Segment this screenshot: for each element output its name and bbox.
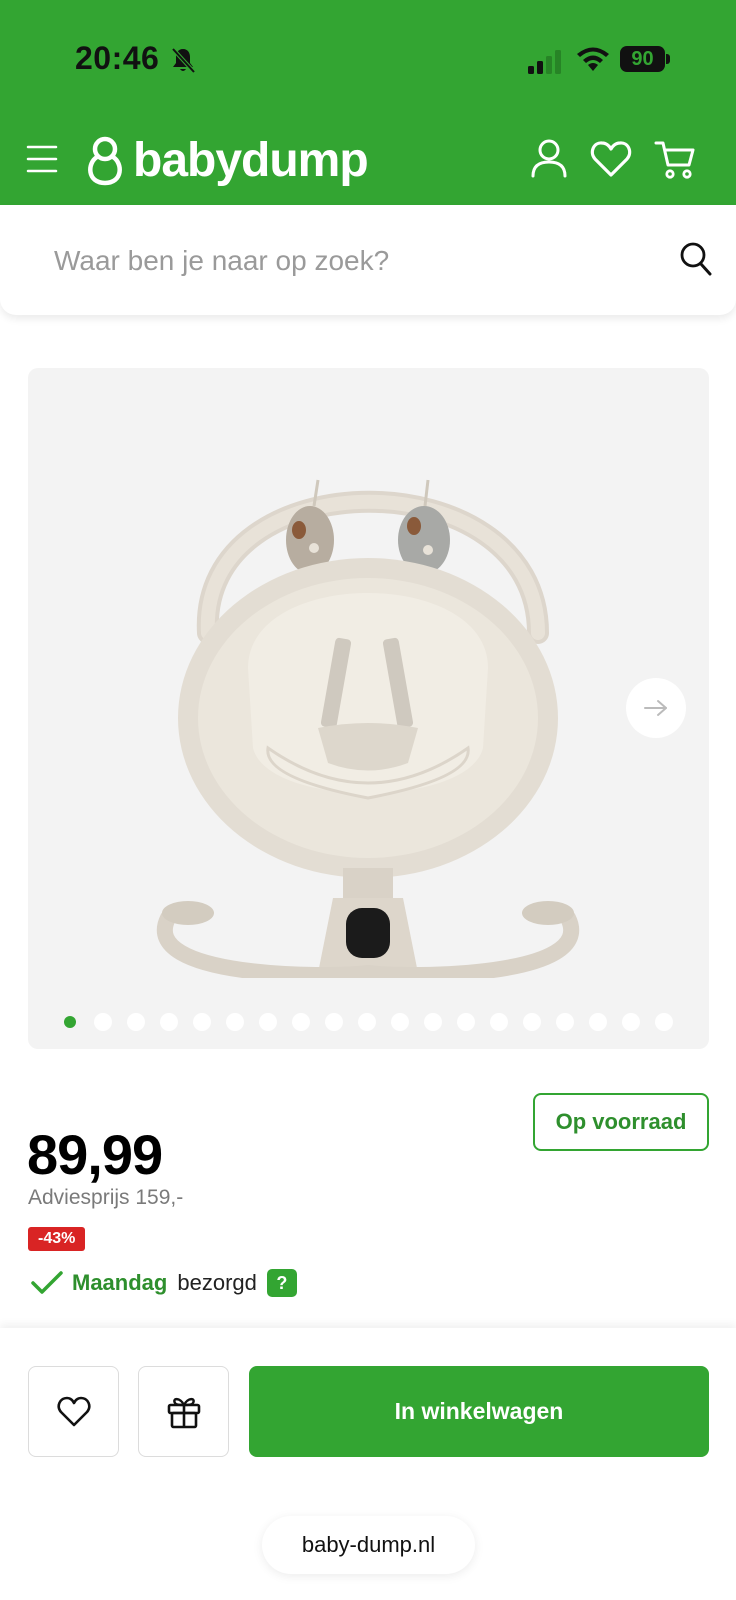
add-to-cart-button[interactable]: In winkelwagen — [249, 1366, 709, 1457]
product-gallery[interactable] — [28, 368, 709, 1049]
gallery-dot[interactable] — [556, 1013, 574, 1031]
bell-slash-icon — [171, 47, 196, 74]
gift-icon — [167, 1397, 200, 1428]
gallery-dot[interactable] — [457, 1013, 475, 1031]
cart-icon[interactable] — [654, 138, 696, 180]
gallery-dots — [61, 1013, 688, 1031]
gallery-dot[interactable] — [193, 1013, 211, 1031]
delivery-info: Maandag bezorgd ? — [30, 1268, 297, 1298]
stock-badge: Op voorraad — [533, 1093, 709, 1151]
product-price: 89,99 — [27, 1123, 163, 1186]
discount-badge: -43% — [28, 1227, 86, 1251]
gallery-dot[interactable] — [259, 1013, 277, 1031]
gallery-dot[interactable] — [523, 1013, 541, 1031]
wishlist-button[interactable] — [28, 1366, 119, 1457]
wifi-icon — [577, 47, 609, 71]
advice-price: Adviesprijs 159,- — [28, 1186, 184, 1209]
user-icon[interactable] — [530, 138, 568, 178]
next-image-button[interactable] — [626, 678, 686, 738]
gallery-dot[interactable] — [160, 1013, 178, 1031]
search-input[interactable] — [54, 241, 654, 281]
gallery-dot[interactable] — [226, 1013, 244, 1031]
battery-level: 90 — [620, 46, 665, 72]
arrow-right-icon — [644, 700, 667, 716]
signal-icon — [528, 50, 561, 74]
menu-icon[interactable] — [26, 142, 58, 176]
gallery-dot[interactable] — [391, 1013, 409, 1031]
gallery-dot[interactable] — [490, 1013, 508, 1031]
gallery-dot[interactable] — [589, 1013, 607, 1031]
delivery-day: Maandag — [72, 1270, 168, 1295]
heart-icon[interactable] — [590, 140, 632, 178]
gift-button[interactable] — [138, 1366, 229, 1457]
gallery-dot[interactable] — [64, 1016, 76, 1028]
logo-icon — [88, 136, 122, 186]
product-image[interactable] — [128, 418, 608, 978]
gallery-dot[interactable] — [325, 1013, 343, 1031]
action-bar: In winkelwagen baby-dump.nl — [0, 1328, 736, 1600]
gallery-dot[interactable] — [358, 1013, 376, 1031]
brand-logo[interactable]: babydump — [85, 133, 369, 189]
gallery-dot[interactable] — [127, 1013, 145, 1031]
heart-icon — [57, 1396, 90, 1426]
search-bar — [0, 205, 736, 315]
browser-url[interactable]: baby-dump.nl — [262, 1516, 475, 1574]
brand-name: babydump — [133, 134, 369, 187]
delivery-help-button[interactable]: ? — [266, 1269, 297, 1297]
battery-icon: 90 — [620, 46, 670, 72]
gallery-dot[interactable] — [655, 1013, 673, 1031]
gallery-dot[interactable] — [424, 1013, 442, 1031]
gallery-dot[interactable] — [622, 1013, 640, 1031]
check-icon — [31, 1271, 63, 1294]
status-time: 20:46 — [75, 40, 160, 76]
gallery-dot[interactable] — [94, 1013, 112, 1031]
gallery-dot[interactable] — [292, 1013, 310, 1031]
header-bar: 20:46 90 babydump — [0, 0, 736, 205]
search-icon[interactable] — [680, 242, 712, 276]
delivery-text: bezorgd — [177, 1270, 257, 1295]
